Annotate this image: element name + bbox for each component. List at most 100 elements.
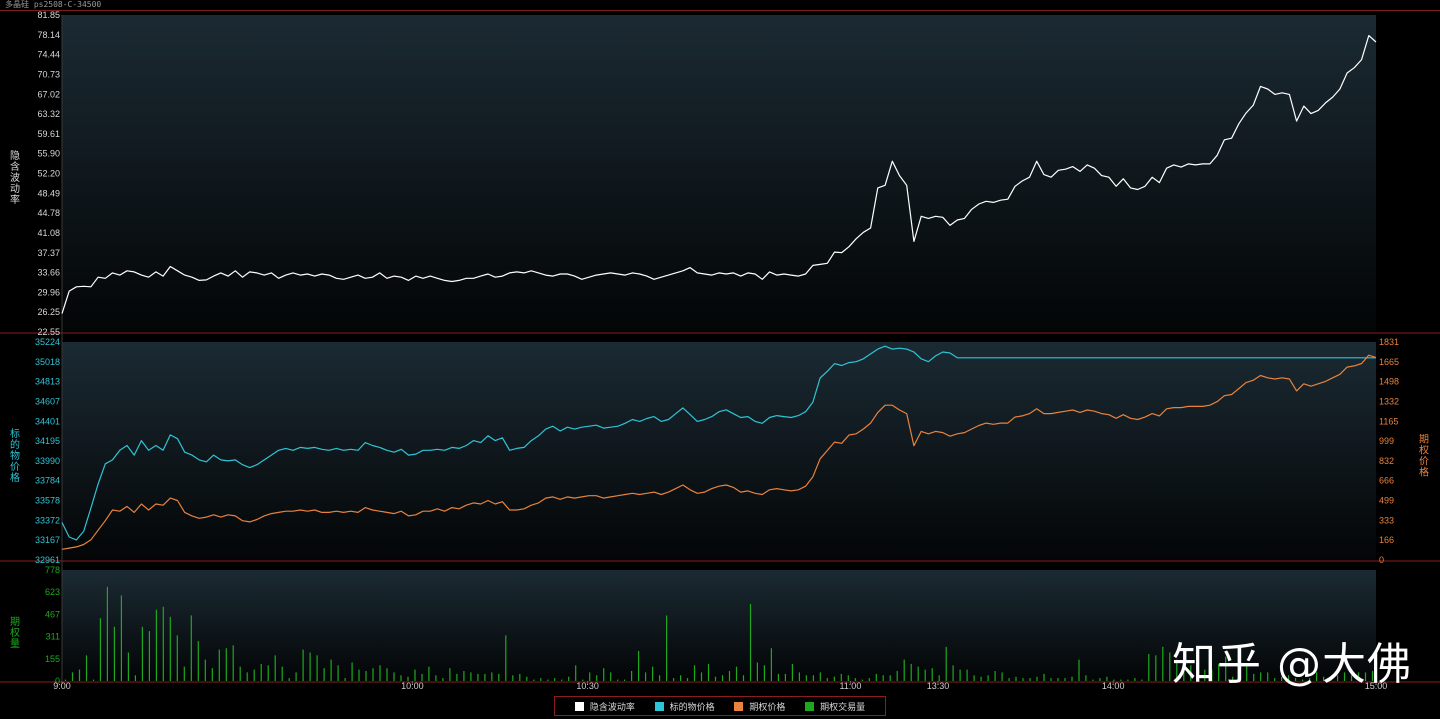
volume-bar <box>1162 646 1164 681</box>
volume-bar <box>204 659 206 681</box>
volume-bar <box>295 672 297 681</box>
option-price-axis-tick-label: 499 <box>1379 496 1394 506</box>
volume-bar <box>260 663 262 681</box>
volume-bar <box>197 641 199 681</box>
option-price-axis-tick-label: 1332 <box>1379 396 1399 406</box>
volume-bar <box>414 669 416 681</box>
legend-swatch-underlying <box>654 701 664 711</box>
option-price-axis-tick-label: 999 <box>1379 436 1394 446</box>
volume-bar <box>386 668 388 681</box>
legend-item-volume[interactable]: 期权交易量 <box>805 700 865 713</box>
volume-bar <box>183 666 185 681</box>
volume-bar <box>742 675 745 681</box>
volume-bar <box>673 678 675 681</box>
volume-bar <box>952 665 954 681</box>
volume-bar <box>931 668 933 681</box>
underlying-axis-tick-label: 34401 <box>35 416 60 426</box>
chart-canvas: 81.85 78.14 74.44 70.73 67.02 63.32 59.61 55.90… <box>0 10 1440 691</box>
time-axis-tick-label: 13:30 <box>927 681 950 691</box>
volume-bar <box>330 659 332 681</box>
option-price-axis-title: 期 <box>1419 434 1429 446</box>
volume-bar <box>700 672 703 681</box>
iv-axis-tick-label: 74.44 <box>37 50 60 60</box>
volume-bar <box>106 586 108 681</box>
volume-bar <box>868 678 870 681</box>
volume-bar <box>728 671 731 681</box>
volume-bar <box>1022 678 1024 681</box>
volume-bar <box>393 672 395 681</box>
volume-bar <box>526 676 528 681</box>
option-price-axis-tick-label: 1665 <box>1379 357 1399 367</box>
volume-bar <box>239 666 241 681</box>
underlying-axis-tick-label: 33990 <box>35 456 60 466</box>
volume-axis-title: 期 <box>10 616 20 628</box>
volume-bar <box>1008 678 1010 681</box>
volume-bar <box>959 669 961 681</box>
iv-axis-tick-label: 41.08 <box>37 228 60 238</box>
underlying-axis-title: 标 <box>10 428 20 440</box>
legend-item-option-price[interactable]: 期权价格 <box>734 700 785 713</box>
watermark: 知乎 @大佛 <box>1172 639 1412 690</box>
volume-bar <box>302 649 304 681</box>
volume-bar <box>1134 678 1136 681</box>
volume-axis-tick-label: 778 <box>45 565 60 575</box>
volume-bar <box>987 675 989 681</box>
volume-bar <box>721 675 724 681</box>
legend-item-iv[interactable]: 隐含波动率 <box>574 700 635 713</box>
volume-bar <box>554 678 556 681</box>
volume-bar <box>924 669 926 681</box>
volume-bar <box>561 679 563 681</box>
volume-bar <box>470 672 472 681</box>
volume-bar <box>400 675 402 681</box>
volume-axis-title: 量 <box>10 638 20 650</box>
underlying-axis-tick-label: 34607 <box>35 396 60 406</box>
option-price-axis-title: 价 <box>1419 456 1429 468</box>
volume-bar <box>372 668 374 681</box>
volume-bar <box>78 669 81 681</box>
volume-bar <box>533 679 535 681</box>
volume-bar <box>1057 678 1059 681</box>
volume-bar <box>358 669 360 681</box>
volume-bar <box>624 679 626 681</box>
option-price-axis-tick-label: 1498 <box>1379 377 1399 387</box>
volume-bar <box>281 666 283 681</box>
volume-bar <box>693 665 696 681</box>
underlying-axis-title: 格 <box>10 471 20 484</box>
volume-bar <box>141 626 143 681</box>
legend: 隐含波动率 标的物价格 期权价格 期权交易量 <box>554 696 886 716</box>
volume-bar <box>1155 655 1157 681</box>
panels-layer <box>0 15 1440 683</box>
volume-bar <box>1099 678 1101 681</box>
volume-axis-title: 权 <box>10 626 20 639</box>
iv-axis-tick-label: 22.55 <box>37 327 60 337</box>
iv-axis-tick-label: 48.49 <box>37 188 60 198</box>
volume-bar <box>162 606 164 681</box>
iv-axis-title: 波 <box>10 171 20 184</box>
volume-bar <box>547 679 549 681</box>
volume-bar <box>882 675 884 681</box>
iv-axis-tick-label: 37.37 <box>37 248 60 258</box>
iv-axis-tick-label: 67.02 <box>37 89 60 99</box>
volume-bar <box>666 615 668 681</box>
volume-bar <box>840 673 842 681</box>
volume-bar <box>428 666 430 681</box>
iv-axis-tick-label: 33.66 <box>37 268 60 278</box>
volume-bar <box>127 652 129 681</box>
volume-bar <box>344 678 346 681</box>
legend-swatch-volume <box>805 701 815 711</box>
volume-bar <box>1078 659 1080 681</box>
legend-item-underlying[interactable]: 标的物价格 <box>654 700 715 713</box>
volume-bar <box>680 675 682 681</box>
volume-bar <box>1141 679 1143 681</box>
volume-bar <box>1029 678 1031 681</box>
option-price-axis-tick-label: 666 <box>1379 476 1394 486</box>
volume-bar <box>442 678 444 681</box>
volume-bar <box>211 668 213 681</box>
underlying-axis-tick-label: 33578 <box>35 496 60 506</box>
volume-bar <box>889 675 891 681</box>
volume-bar <box>1113 679 1115 681</box>
volume-bar <box>596 675 598 681</box>
volume-bar <box>1085 675 1087 681</box>
volume-bar <box>777 673 779 681</box>
volume-bar <box>610 672 612 681</box>
